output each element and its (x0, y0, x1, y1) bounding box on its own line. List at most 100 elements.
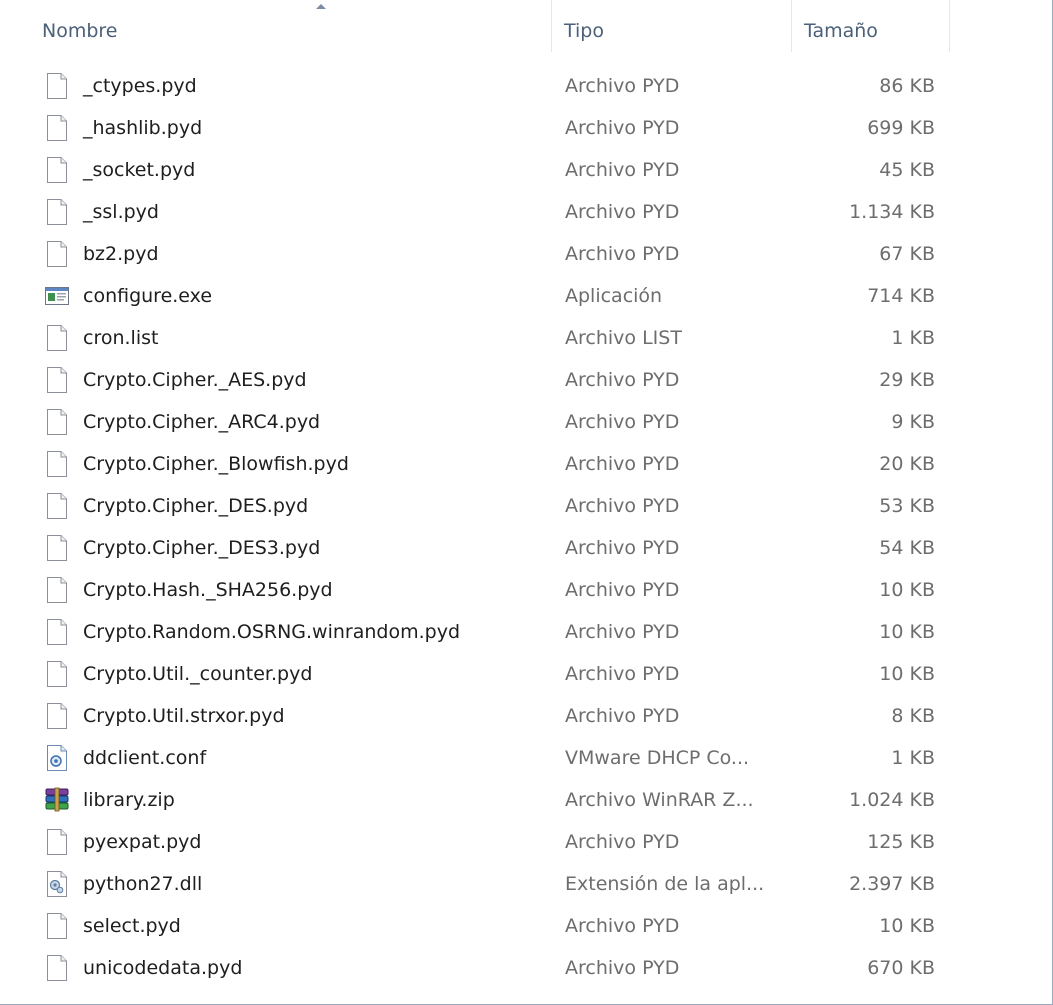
sort-ascending-icon (316, 4, 326, 9)
file-name[interactable]: Crypto.Random.OSRNG.winrandom.pyd (83, 611, 460, 653)
file-row[interactable]: pyexpat.pyd Archivo PYD 125 KB (0, 821, 1052, 863)
file-row[interactable]: Crypto.Cipher._DES.pyd Archivo PYD 53 KB (0, 485, 1052, 527)
file-icon (44, 702, 70, 730)
file-size: 10 KB (879, 663, 935, 685)
file-icon (44, 114, 70, 142)
file-row[interactable]: python27.dll Extensión de la apl... 2.397 … (0, 863, 1052, 905)
column-header-filler (949, 0, 1052, 52)
file-name[interactable]: Crypto.Util.strxor.pyd (83, 695, 285, 737)
file-size: 1 KB (891, 327, 935, 349)
file-row[interactable]: unicodedata.pyd Archivo PYD 670 KB (0, 947, 1052, 989)
file-type: Archivo WinRAR Z... (565, 789, 754, 811)
file-type: Archivo PYD (565, 915, 680, 937)
file-name[interactable]: unicodedata.pyd (83, 947, 242, 989)
file-name[interactable]: Crypto.Util._counter.pyd (83, 653, 312, 695)
file-name[interactable]: _hashlib.pyd (83, 107, 202, 149)
file-type: Archivo PYD (565, 453, 680, 475)
file-icon (44, 324, 70, 352)
file-size: 125 KB (867, 831, 935, 853)
file-name[interactable]: _ssl.pyd (83, 191, 159, 233)
file-icon (44, 660, 70, 688)
file-icon (44, 492, 70, 520)
file-icon (44, 156, 70, 184)
file-name[interactable]: Crypto.Cipher._DES3.pyd (83, 527, 320, 569)
file-size: 699 KB (867, 117, 935, 139)
file-row[interactable]: Crypto.Util._counter.pyd Archivo PYD 10 KB (0, 653, 1052, 695)
application-icon (44, 282, 70, 310)
file-row[interactable]: cron.list Archivo LIST 1 KB (0, 317, 1052, 359)
file-name[interactable]: cron.list (83, 317, 158, 359)
column-header-type[interactable]: Tipo (551, 0, 791, 52)
file-icon (44, 366, 70, 394)
column-header-name[interactable]: Nombre (30, 0, 551, 52)
file-row[interactable]: _ssl.pyd Archivo PYD 1.134 KB (0, 191, 1052, 233)
file-name[interactable]: configure.exe (83, 275, 212, 317)
file-size: 53 KB (879, 495, 935, 517)
dll-file-icon (44, 870, 70, 898)
file-name[interactable]: Crypto.Cipher._AES.pyd (83, 359, 307, 401)
file-name[interactable]: _ctypes.pyd (83, 65, 197, 107)
file-type: Archivo PYD (565, 663, 680, 685)
file-name[interactable]: Crypto.Hash._SHA256.pyd (83, 569, 333, 611)
file-row[interactable]: Crypto.Hash._SHA256.pyd Archivo PYD 10 KB (0, 569, 1052, 611)
column-header-size-label: Tamaño (804, 20, 878, 42)
file-icon (44, 576, 70, 604)
column-header-type-label: Tipo (564, 20, 604, 42)
file-row[interactable]: _hashlib.pyd Archivo PYD 699 KB (0, 107, 1052, 149)
file-icon (44, 534, 70, 562)
file-name[interactable]: ddclient.conf (83, 737, 206, 779)
file-type: Archivo PYD (565, 831, 680, 853)
file-row[interactable]: Crypto.Util.strxor.pyd Archivo PYD 8 KB (0, 695, 1052, 737)
file-type: Archivo PYD (565, 159, 680, 181)
file-size: 1 KB (891, 747, 935, 769)
column-header-bar: Nombre Tipo Tamaño (0, 0, 1052, 52)
file-row[interactable]: bz2.pyd Archivo PYD 67 KB (0, 233, 1052, 275)
file-size: 10 KB (879, 579, 935, 601)
file-size: 1.134 KB (849, 201, 935, 223)
file-icon (44, 72, 70, 100)
file-row[interactable]: Crypto.Cipher._AES.pyd Archivo PYD 29 KB (0, 359, 1052, 401)
file-size: 54 KB (879, 537, 935, 559)
file-row[interactable]: library.zip Archivo WinRAR Z... 1.024 KB (0, 779, 1052, 821)
file-name[interactable]: Crypto.Cipher._Blowfish.pyd (83, 443, 349, 485)
file-type: Archivo PYD (565, 117, 680, 139)
file-name[interactable]: python27.dll (83, 863, 202, 905)
file-name[interactable]: bz2.pyd (83, 233, 159, 275)
file-row[interactable]: select.pyd Archivo PYD 10 KB (0, 905, 1052, 947)
file-type: Archivo PYD (565, 705, 680, 727)
file-row[interactable]: _ctypes.pyd Archivo PYD 86 KB (0, 65, 1052, 107)
file-icon (44, 450, 70, 478)
file-type: Archivo PYD (565, 495, 680, 517)
file-size: 29 KB (879, 369, 935, 391)
file-row[interactable]: Crypto.Random.OSRNG.winrandom.pyd Archivo… (0, 611, 1052, 653)
file-type: Archivo PYD (565, 369, 680, 391)
file-type: Archivo PYD (565, 957, 680, 979)
file-rows: _ctypes.pyd Archivo PYD 86 KB _hashlib.pyd A… (0, 65, 1052, 989)
file-name[interactable]: select.pyd (83, 905, 181, 947)
file-row[interactable]: Crypto.Cipher._ARC4.pyd Archivo PYD 9 KB (0, 401, 1052, 443)
file-size: 1.024 KB (849, 789, 935, 811)
file-icon (44, 954, 70, 982)
file-type: Archivo PYD (565, 411, 680, 433)
file-icon (44, 618, 70, 646)
file-name[interactable]: Crypto.Cipher._ARC4.pyd (83, 401, 320, 443)
file-type: VMware DHCP Co... (565, 747, 750, 769)
file-row[interactable]: _socket.pyd Archivo PYD 45 KB (0, 149, 1052, 191)
file-type: Archivo PYD (565, 243, 680, 265)
file-name[interactable]: Crypto.Cipher._DES.pyd (83, 485, 308, 527)
file-size: 45 KB (879, 159, 935, 181)
file-name[interactable]: library.zip (83, 779, 175, 821)
column-header-name-label: Nombre (42, 20, 118, 42)
file-type: Archivo PYD (565, 75, 680, 97)
file-row[interactable]: Crypto.Cipher._Blowfish.pyd Archivo PYD 20… (0, 443, 1052, 485)
file-list-view: Nombre Tipo Tamaño _ctypes.pyd Archivo PY… (0, 0, 1053, 1005)
file-row[interactable]: ddclient.conf VMware DHCP Co... 1 KB (0, 737, 1052, 779)
file-icon (44, 198, 70, 226)
file-name[interactable]: _socket.pyd (83, 149, 195, 191)
file-row[interactable]: configure.exe Aplicación 714 KB (0, 275, 1052, 317)
column-header-size[interactable]: Tamaño (791, 0, 949, 52)
file-icon (44, 240, 70, 268)
file-name[interactable]: pyexpat.pyd (83, 821, 201, 863)
file-size: 8 KB (891, 705, 935, 727)
file-row[interactable]: Crypto.Cipher._DES3.pyd Archivo PYD 54 KB (0, 527, 1052, 569)
